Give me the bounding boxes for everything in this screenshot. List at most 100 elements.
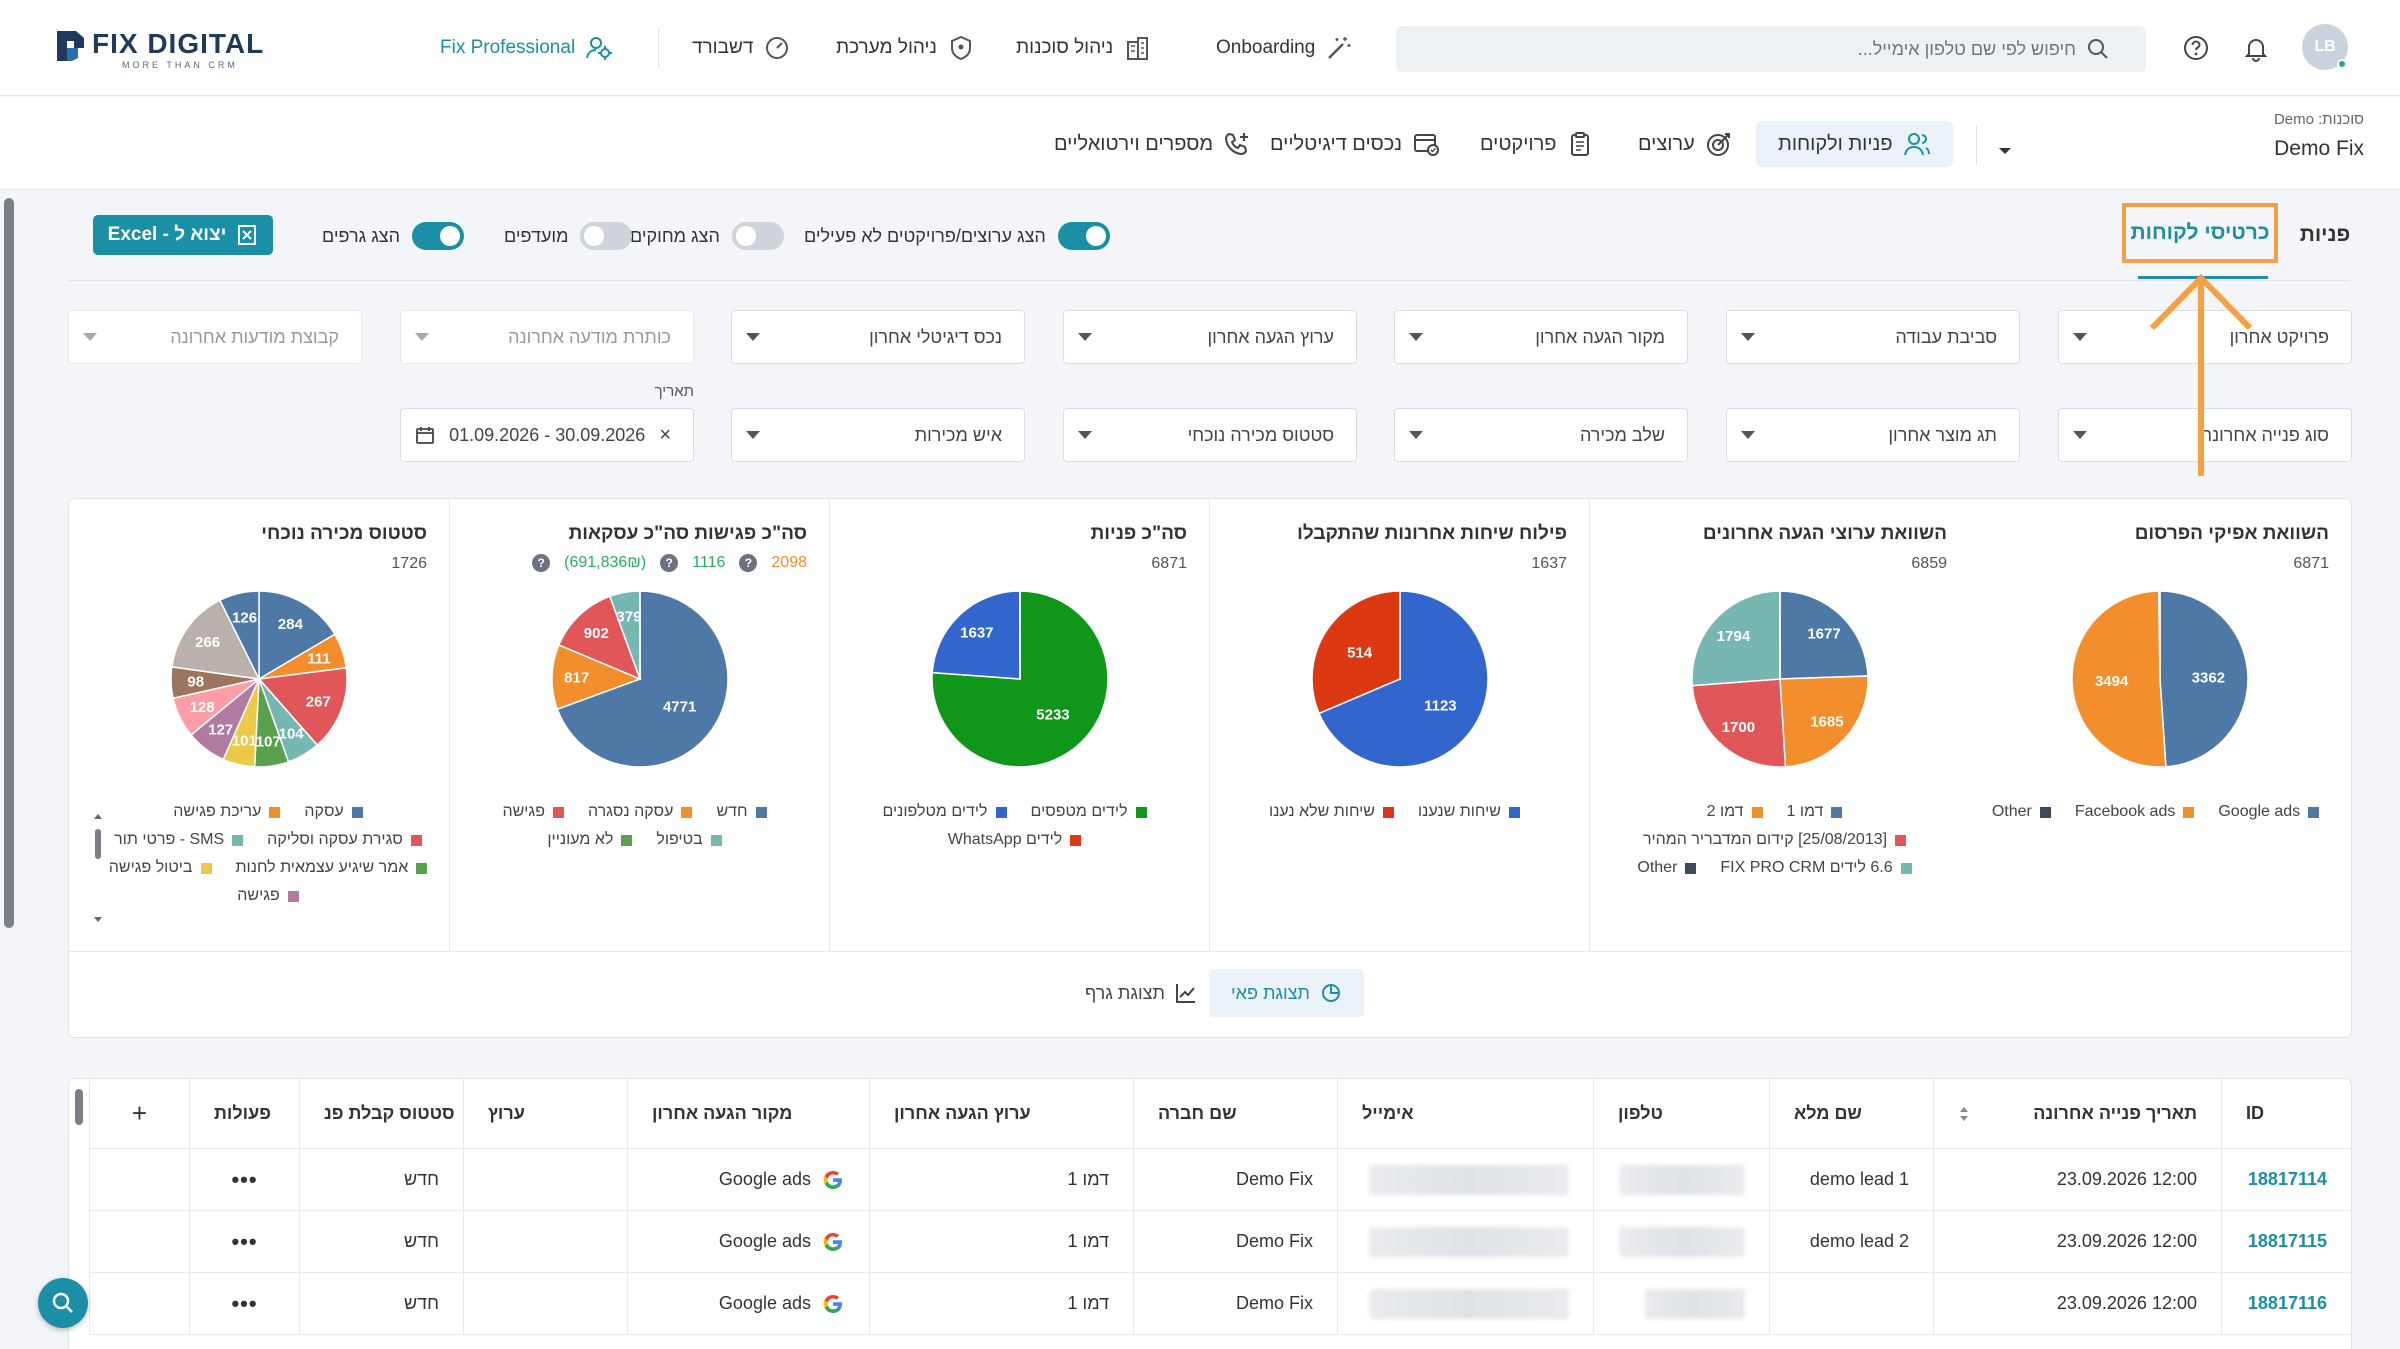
legend-item[interactable]: Other: [1992, 803, 2051, 821]
sort-icon[interactable]: [1958, 1105, 1970, 1123]
help-chat-button[interactable]: [38, 1278, 88, 1328]
legend-item[interactable]: חדש: [716, 803, 767, 821]
agency-dropdown-chevron-icon[interactable]: [1998, 143, 2012, 161]
col-last-source[interactable]: מקור הגעה אחרון: [627, 1079, 869, 1148]
legend-item[interactable]: Other: [1637, 859, 1697, 877]
legend-item[interactable]: עריכת פגישה: [173, 803, 281, 821]
legend-item[interactable]: שיחות שנענו: [1418, 803, 1520, 821]
col-email[interactable]: אימייל: [1337, 1079, 1593, 1148]
table-row[interactable]: ••• חדש Google ads דמו 1 Demo Fix 23.09.2026 …: [89, 1273, 2351, 1335]
filter-last-ad-title[interactable]: כותרת מודעה אחרונה: [400, 310, 694, 364]
cell-id[interactable]: 18817114: [2221, 1149, 2351, 1210]
toggle-show-inactive[interactable]: הצג ערוצים/פרויקטים לא פעילים: [804, 222, 1110, 250]
col-actions[interactable]: פעולות: [189, 1079, 299, 1148]
cell-id[interactable]: 18817116: [2221, 1273, 2351, 1334]
nav-virtual-numbers[interactable]: מספרים וירטואליים: [1032, 121, 1273, 167]
row-actions-menu-icon[interactable]: •••: [189, 1273, 299, 1334]
legend-item[interactable]: פגישה: [237, 887, 299, 905]
legend-item[interactable]: עסקה: [304, 803, 363, 821]
info-icon[interactable]: ?: [739, 554, 758, 572]
legend-scrollbar[interactable]: [93, 813, 103, 923]
col-company[interactable]: שם חברה: [1133, 1079, 1337, 1148]
pie-chart[interactable]: 4771 817 902 379: [550, 589, 730, 769]
pie-chart[interactable]: 1123 514: [1310, 589, 1490, 769]
fix-digital-logo[interactable]: FIX DIGITAL MORE THAN CRM: [54, 26, 274, 72]
nav-leads-customers[interactable]: פניות ולקוחות: [1756, 121, 1953, 167]
info-icon[interactable]: ?: [660, 554, 679, 572]
filter-last-digital-asset[interactable]: נכס דיגיטלי אחרון: [731, 310, 1025, 364]
nav-agency-admin[interactable]: ניהול סוכנות: [1016, 30, 1151, 66]
legend-item[interactable]: אמר שיגיע עצמאית לחנות: [236, 859, 428, 877]
filter-workspace[interactable]: סביבת עבודה: [1726, 310, 2020, 364]
help-button[interactable]: [2178, 30, 2214, 66]
legend-item[interactable]: לא מעוניין: [547, 831, 633, 849]
pie-view-button[interactable]: תצוגת פאי: [1209, 969, 1364, 1017]
col-receive-status[interactable]: סטטוס קבלת פנ: [299, 1079, 463, 1148]
legend-item[interactable]: SMS - פרטי תור: [114, 831, 244, 849]
legend-item[interactable]: דמו 2: [1707, 803, 1763, 821]
col-last-channel[interactable]: ערוץ הגעה אחרון: [869, 1079, 1133, 1148]
legend-item[interactable]: Google ads: [2218, 803, 2320, 821]
table-row[interactable]: ••• חדש Google ads דמו 1 Demo Fix demo lead 1…: [89, 1149, 2351, 1211]
page-scrollbar[interactable]: [4, 198, 14, 928]
nav-projects[interactable]: פרויקטים: [1458, 121, 1616, 167]
tab-customer-cards[interactable]: כרטיסי לקוחות: [2122, 203, 2278, 263]
filter-salesperson[interactable]: איש מכירות: [731, 408, 1025, 462]
info-icon[interactable]: ?: [532, 554, 551, 572]
col-id[interactable]: ID: [2221, 1079, 2351, 1148]
toggle-favorites[interactable]: מועדפים: [504, 222, 633, 250]
toggle-switch[interactable]: [580, 222, 633, 250]
toggle-show-deleted[interactable]: הצג מחוקים: [630, 222, 784, 250]
nav-onboarding[interactable]: Onboarding: [1216, 30, 1353, 66]
toggle-switch[interactable]: [1057, 222, 1110, 250]
pie-chart[interactable]: 3362 3494: [2070, 589, 2250, 769]
legend-item[interactable]: Facebook ads: [2075, 803, 2195, 821]
search-input[interactable]: [1396, 38, 2076, 60]
nav-channels[interactable]: ערוצים: [1616, 121, 1755, 167]
col-last-lead-date[interactable]: תאריך פנייה אחרונה: [1933, 1079, 2221, 1148]
pie-chart[interactable]: 5233 1637: [930, 589, 1110, 769]
clear-date-icon[interactable]: ×: [659, 424, 671, 447]
notifications-button[interactable]: [2238, 30, 2274, 66]
tab-leads[interactable]: פניות: [2290, 206, 2360, 264]
nav-system-admin[interactable]: ניהול מערכת: [836, 30, 975, 66]
legend-item[interactable]: לידים מטפסים: [1031, 803, 1147, 821]
legend-item[interactable]: עסקה נסגרה: [588, 803, 693, 821]
legend-item[interactable]: שיחות שלא נענו: [1269, 803, 1394, 821]
pie-chart[interactable]: 1677 1685 1700 1794: [1690, 589, 1870, 769]
col-phone[interactable]: טלפון: [1593, 1079, 1769, 1148]
row-actions-menu-icon[interactable]: •••: [189, 1211, 299, 1272]
search-bar[interactable]: [1396, 26, 2146, 72]
add-column-button[interactable]: +: [89, 1079, 189, 1148]
nav-dashboard[interactable]: דשבורד: [692, 30, 791, 66]
legend-item[interactable]: סגירת עסקה וסליקה: [267, 831, 422, 849]
filter-sales-status[interactable]: סטטוס מכירה נוכחי: [1063, 408, 1357, 462]
user-avatar[interactable]: LB: [2302, 24, 2348, 70]
toggle-show-charts[interactable]: הצג גרפים: [322, 222, 465, 250]
toggle-switch[interactable]: [412, 222, 465, 250]
filter-date-range[interactable]: 01.09.2026 - 30.09.2026 ×: [400, 408, 694, 462]
legend-item[interactable]: בטיפול: [656, 831, 722, 849]
legend-item[interactable]: [25/08/2013] קידום המדבריר המהיר: [1643, 831, 1907, 849]
legend-item[interactable]: דמו 1: [1787, 803, 1843, 821]
toggle-switch[interactable]: [731, 222, 784, 250]
filter-last-source[interactable]: מקור הגעה אחרון: [1394, 310, 1688, 364]
cell-id[interactable]: 18817115: [2221, 1211, 2351, 1272]
filter-sales-stage[interactable]: שלב מכירה: [1394, 408, 1688, 462]
legend-item[interactable]: לידים WhatsApp: [948, 831, 1082, 849]
pie-chart[interactable]: 284111 267104107101127 128 98 266 126: [169, 589, 349, 769]
col-channel[interactable]: ערוץ: [463, 1079, 627, 1148]
table-scrollbar[interactable]: [75, 1089, 83, 1125]
legend-item[interactable]: 6.6 לידים FIX PRO CRM: [1720, 859, 1912, 877]
nav-digital-assets[interactable]: נכסים דיגיטליים: [1248, 121, 1462, 167]
export-excel-button[interactable]: יצוא ל - Excel: [93, 215, 273, 255]
legend-item[interactable]: ביטול פגישה: [109, 859, 212, 877]
filter-last-product-tag[interactable]: תג מוצר אחרון: [1726, 408, 2020, 462]
legend-item[interactable]: לידים מטלפונים: [882, 803, 1007, 821]
graph-view-button[interactable]: תצוגת גרף: [1063, 969, 1219, 1017]
table-row[interactable]: ••• חדש Google ads דמו 1 Demo Fix demo lead 2…: [89, 1211, 2351, 1273]
filter-last-channel[interactable]: ערוץ הגעה אחרון: [1063, 310, 1357, 364]
nav-fix-professional[interactable]: Fix Professional: [440, 30, 613, 66]
row-actions-menu-icon[interactable]: •••: [189, 1149, 299, 1210]
filter-last-ad-group[interactable]: קבוצת מודעות אחרונה: [68, 310, 362, 364]
